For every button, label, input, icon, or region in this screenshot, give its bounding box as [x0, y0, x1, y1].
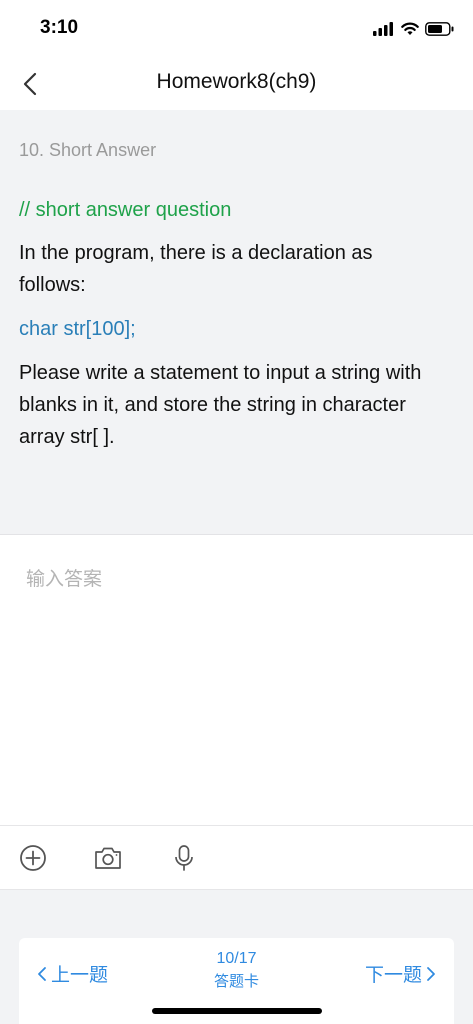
status-icons — [373, 20, 455, 38]
question-panel: 10. Short Answer // short answer questio… — [0, 110, 473, 534]
navigation-bar: Homework8(ch9) — [0, 58, 473, 110]
question-number: 10. Short Answer — [19, 140, 157, 160]
camera-icon — [95, 847, 121, 869]
status-bar: 3:10 — [0, 0, 473, 58]
chevron-right-icon — [427, 966, 435, 981]
wifi-icon — [401, 22, 419, 35]
plus-circle-icon — [20, 845, 46, 871]
page-title: Homework8(ch9) — [156, 70, 317, 93]
question-comment: // short answer question — [19, 199, 232, 221]
camera-button[interactable] — [92, 842, 124, 874]
question-code: char str[100]; — [19, 318, 136, 340]
voice-input-button[interactable] — [168, 842, 200, 874]
answer-toolbar — [0, 825, 473, 890]
answer-placeholder: 输入答案 — [26, 569, 103, 590]
answer-input[interactable]: 输入答案 — [0, 534, 473, 826]
battery-icon — [425, 22, 454, 36]
next-label: 下一题 — [364, 965, 422, 986]
home-indicator — [152, 1008, 322, 1014]
status-time: 3:10 — [40, 17, 79, 38]
question-text: In the program, there is a declaration a… — [19, 242, 373, 296]
signal-icon — [373, 22, 393, 36]
question-instruction: Please write a statement to input a stri… — [19, 362, 422, 448]
add-attachment-button[interactable] — [17, 842, 49, 874]
next-question-button[interactable]: 下一题 — [365, 960, 436, 987]
microphone-icon — [175, 845, 193, 871]
